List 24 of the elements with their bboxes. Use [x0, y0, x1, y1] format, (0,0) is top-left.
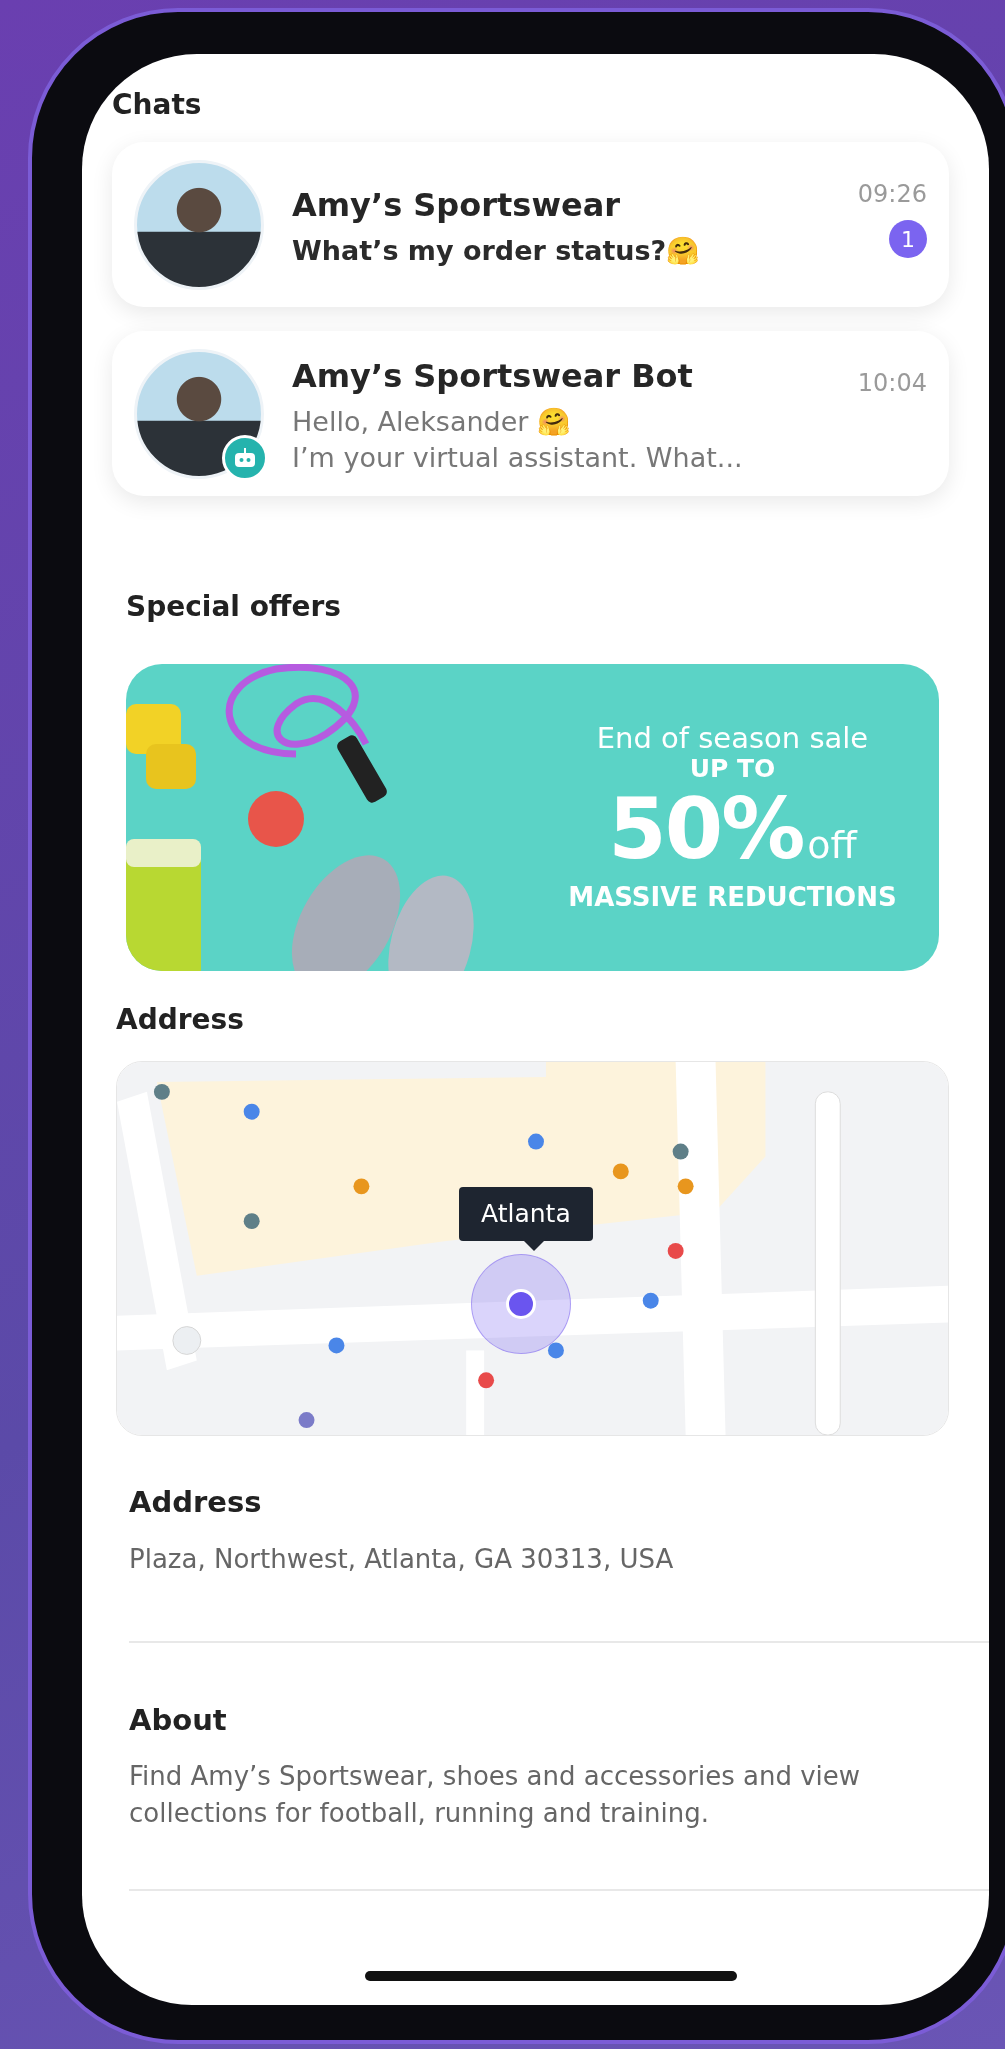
detail-text: Plaza, Northwest, Atlanta, GA 30313, USA	[129, 1542, 675, 1576]
section-heading: Chats	[112, 87, 203, 123]
message-time: 09:26	[857, 179, 927, 210]
message-preview: What’s my order status?🤗	[292, 233, 702, 268]
contact-name: Amy’s Sportswear	[292, 184, 621, 226]
message-preview: Hello, Aleksander 🤗	[292, 405, 572, 440]
map-tooltip: Atlanta	[459, 1187, 593, 1241]
contact-name: Amy’s Sportswear Bot	[292, 356, 694, 398]
unread-badge: 1	[889, 220, 927, 258]
sale-heading: End of season sale	[596, 723, 869, 756]
discount-suffix: off	[807, 824, 857, 867]
discount-value: 50%	[608, 782, 804, 876]
detail-text: Find Amy’s Sportswear, shoes and accessories and view collections for football, running and training.	[129, 1760, 862, 1830]
detail-heading: Address	[129, 1484, 263, 1521]
message-preview: I’m your virtual assistant. What...	[292, 440, 744, 475]
street-map[interactable]	[117, 1062, 948, 1435]
sale-subheading: UP TO	[689, 755, 776, 783]
section-heading: Special offers	[126, 589, 343, 625]
detail-heading: About	[129, 1701, 228, 1739]
sale-tagline: MASSIVE REDUCTIONS	[568, 883, 897, 912]
message-time: 10:04	[857, 368, 927, 399]
section-heading: Address	[116, 1002, 245, 1038]
chat-item[interactable]: Amy’s Sportswear Bot Hello, Aleksander 🤗 I’m your virtual assistant. What... 10:04	[112, 331, 949, 496]
chat-item[interactable]: Amy’s Sportswear What’s my order status?🤗 09:26 1	[112, 142, 949, 307]
